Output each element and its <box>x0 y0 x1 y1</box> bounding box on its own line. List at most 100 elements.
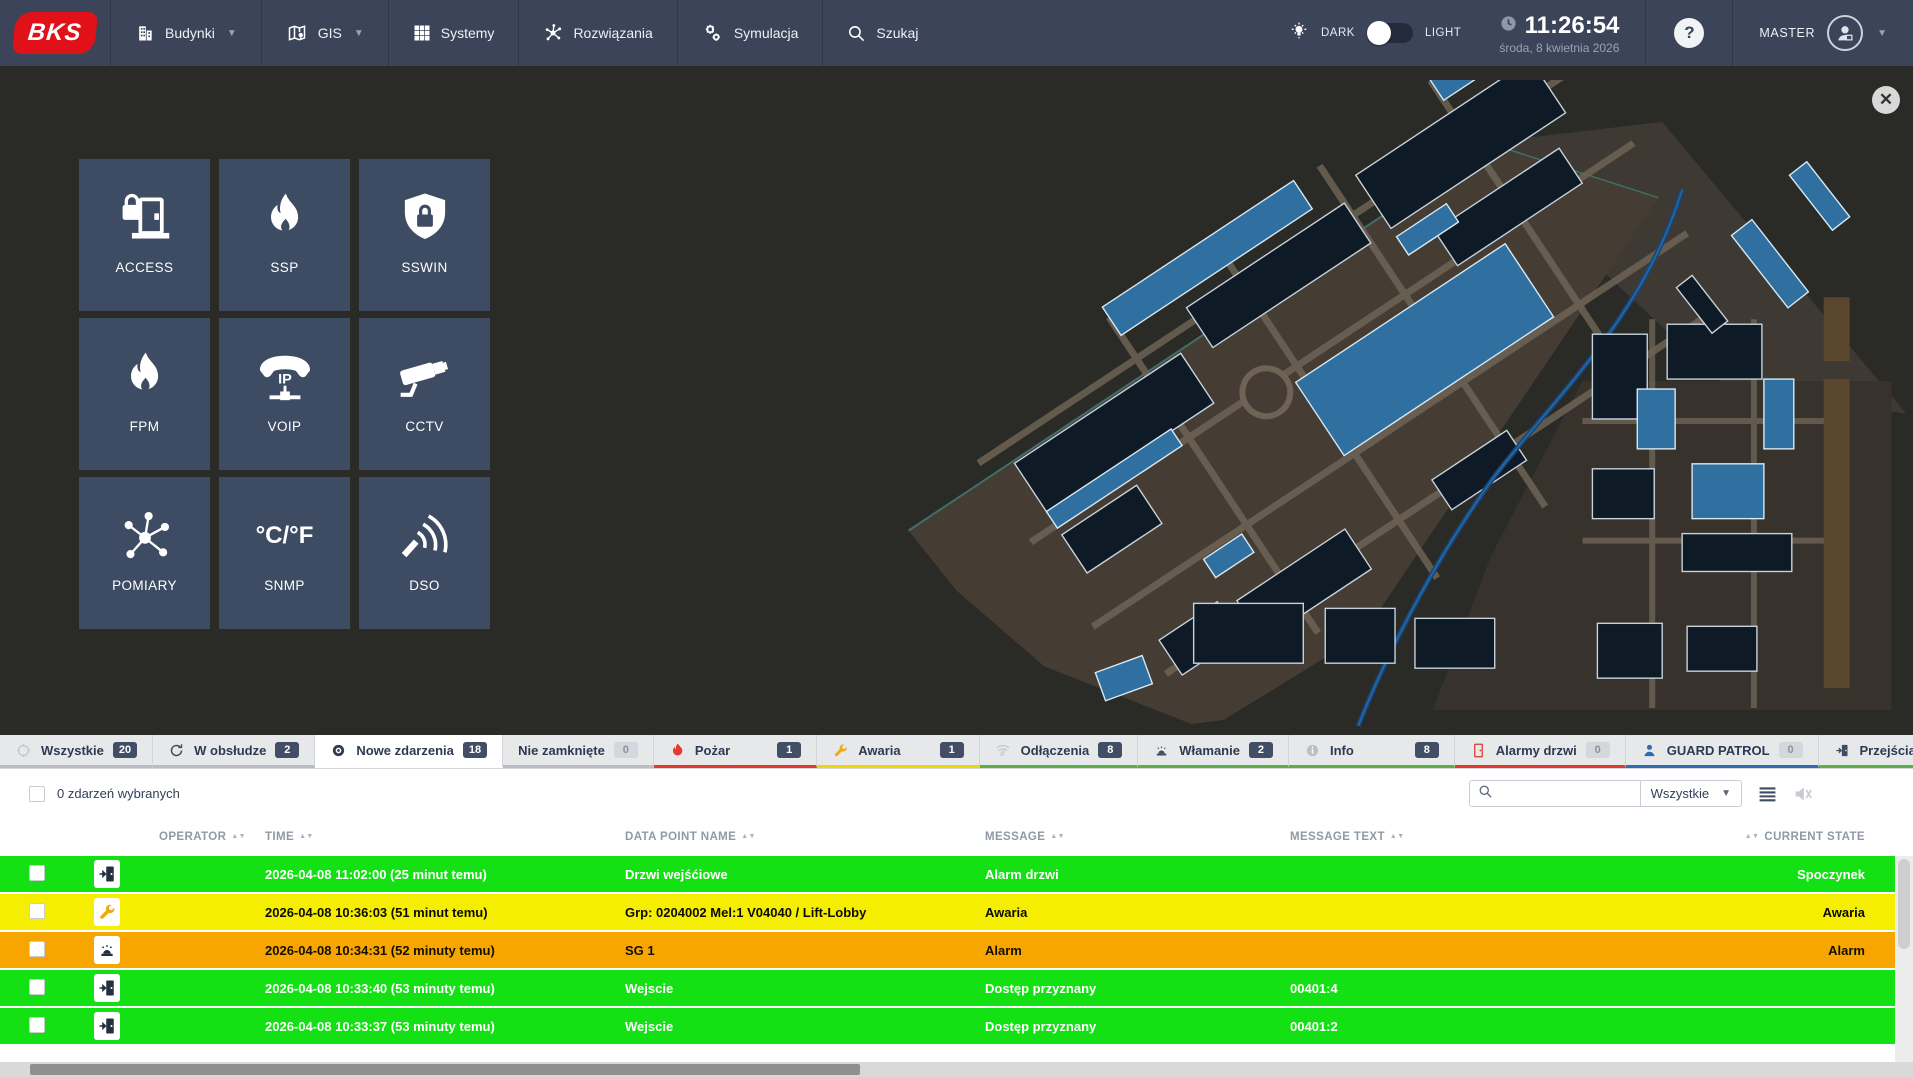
scrollbar-thumb[interactable] <box>30 1064 860 1075</box>
sort-icon[interactable]: ▲▼ <box>299 833 314 840</box>
nav-item-symulacja[interactable]: Symulacja <box>676 0 823 66</box>
system-tiles-grid: ACCESS SSP SSWIN FPM IP VOIP CCTV POMIAR… <box>79 159 490 629</box>
nav-item-label: Szukaj <box>876 25 919 41</box>
tab-w-obsludze[interactable]: W obsłudze 2 <box>153 735 316 768</box>
sort-icon[interactable]: ▲▼ <box>1745 833 1760 840</box>
row-checkbox[interactable] <box>29 864 45 881</box>
tab-label: Info <box>1329 742 1354 758</box>
cell-message: Dostęp przyznany <box>985 980 1097 996</box>
row-checkbox[interactable] <box>29 902 45 919</box>
help-wrap: ? <box>1645 0 1734 66</box>
tile-label: SNMP <box>264 577 305 593</box>
tab-nie-zamkniete[interactable]: Nie zamknięte 0 <box>503 735 654 768</box>
row-checkbox[interactable] <box>29 940 45 957</box>
table-row[interactable]: 2026-04-08 11:02:00 (25 minut temu) Drzw… <box>0 856 1895 892</box>
cell-time: 2026-04-08 11:02:00 (25 minut temu) <box>265 866 487 882</box>
tile-voip[interactable]: IP VOIP <box>219 318 350 470</box>
tab-alarmy-drzwi[interactable]: Alarmy drzwi 0 <box>1454 735 1626 768</box>
cell-message: Alarm drzwi <box>985 866 1059 882</box>
tile-fpm[interactable]: FPM <box>79 318 210 470</box>
tile-ssp[interactable]: SSP <box>219 159 350 311</box>
col-header-message[interactable]: MESSAGE ▲▼ <box>975 831 1280 843</box>
nav-item-szukaj[interactable]: Szukaj <box>822 0 942 66</box>
tab-nowe-zdarzenia[interactable]: Nowe zdarzenia 18 <box>315 735 504 768</box>
campus-site-map[interactable] <box>893 80 1913 728</box>
tile-access[interactable]: ACCESS <box>79 159 210 311</box>
tile-snmp[interactable]: °C/°F SNMP <box>219 477 350 629</box>
lightbulb-icon <box>1289 20 1309 47</box>
cell-data-point: Wejscie <box>625 1018 674 1034</box>
tab-label: Wszystkie <box>41 742 104 758</box>
col-header-operator[interactable]: OPERATOR ▲▼ <box>150 831 255 843</box>
horizontal-scrollbar[interactable] <box>0 1062 1913 1077</box>
network-icon <box>116 508 174 564</box>
search-box <box>1470 781 1640 806</box>
grid-icon <box>413 24 431 42</box>
col-header-time[interactable]: TIME ▲▼ <box>255 831 615 843</box>
cell-time: 2026-04-08 10:34:31 (52 minuty temu) <box>265 942 495 958</box>
vertical-scrollbar[interactable] <box>1895 856 1913 1077</box>
theme-toggle[interactable] <box>1366 21 1413 45</box>
close-icon[interactable]: ✕ <box>1872 86 1900 114</box>
building-icon <box>135 23 155 43</box>
col-header-current-state[interactable]: ▲▼ CURRENT STATE <box>1680 831 1895 843</box>
list-view-icon[interactable] <box>1758 786 1777 802</box>
tab-label: GUARD PATROL <box>1666 742 1770 758</box>
tab-info[interactable]: Info 8 <box>1288 735 1455 768</box>
table-row[interactable]: 2026-04-08 10:36:03 (51 minut temu) Grp:… <box>0 894 1895 930</box>
tab-pozar[interactable]: Pożar 1 <box>653 735 818 768</box>
logo-wrap[interactable]: BKS <box>0 0 110 66</box>
scrollbar-thumb[interactable] <box>1898 859 1910 949</box>
event-filter-select[interactable]: Wszystkie ▼ <box>1639 781 1741 806</box>
sort-icon[interactable]: ▲▼ <box>741 833 756 840</box>
door-lock-icon <box>115 190 175 246</box>
sort-icon[interactable]: ▲▼ <box>231 833 246 840</box>
tab-label: W obsłudze <box>194 742 267 758</box>
table-row[interactable]: 2026-04-08 10:33:40 (53 minuty temu) Wej… <box>0 970 1895 1006</box>
tab-odlaczenia[interactable]: Odłączenia 8 <box>979 735 1139 768</box>
map-icon <box>286 23 308 43</box>
shield-lock-icon <box>397 190 453 246</box>
tile-dso[interactable]: DSO <box>359 477 490 629</box>
door-access-icon <box>94 860 120 888</box>
col-header-data-point[interactable]: DATA POINT NAME ▲▼ <box>615 831 975 843</box>
tile-pomiary[interactable]: POMIARY <box>79 477 210 629</box>
tab-count-badge: 1 <box>939 742 964 758</box>
tab-przejscia-kd[interactable]: Przejścia KD 8 <box>1818 735 1913 768</box>
tile-sswin[interactable]: SSWIN <box>359 159 490 311</box>
nav-item-rozwiazania[interactable]: Rozwiązania <box>518 0 676 66</box>
table-row[interactable]: 2026-04-08 10:34:31 (52 minuty temu) SG … <box>0 932 1895 968</box>
dark-mode-label: DARK <box>1321 27 1355 39</box>
clock-time: 11:26:54 <box>1524 11 1620 39</box>
user-menu[interactable]: MASTER ▼ <box>1733 15 1913 51</box>
tile-label: FPM <box>129 418 160 434</box>
nav-item-label: Symulacja <box>733 25 799 41</box>
tab-count-badge: 20 <box>112 742 138 758</box>
nav-item-gis[interactable]: GIS ▼ <box>260 0 388 66</box>
event-search-input[interactable] <box>1498 786 1619 801</box>
cell-time: 2026-04-08 10:36:03 (51 minut temu) <box>265 904 488 920</box>
col-header-message-text[interactable]: MESSAGE TEXT ▲▼ <box>1280 831 1680 843</box>
tab-count-badge: 2 <box>275 742 300 758</box>
nav-item-budynki[interactable]: Budynki ▼ <box>110 0 261 66</box>
tab-awaria[interactable]: Awaria 1 <box>817 735 980 768</box>
sort-icon[interactable]: ▲▼ <box>1050 833 1065 840</box>
clock-date: środa, 8 kwietnia 2026 <box>1499 40 1620 55</box>
sort-icon[interactable]: ▲▼ <box>1390 833 1405 840</box>
top-nav: BKS Budynki ▼ GIS ▼ Systemy Rozwiązania … <box>0 0 1913 66</box>
tab-wszystkie[interactable]: Wszystkie 20 <box>0 735 154 768</box>
row-checkbox[interactable] <box>29 1016 45 1033</box>
table-row[interactable]: 2026-04-08 10:33:37 (53 minuty temu) Wej… <box>0 1008 1895 1044</box>
events-toolbar: 0 zdarzeń wybranych Wszystkie ▼ <box>0 769 1913 818</box>
systems-overview-panel: ACCESS SSP SSWIN FPM IP VOIP CCTV POMIAR… <box>0 66 1913 735</box>
sound-muted-icon[interactable] <box>1793 785 1813 803</box>
tab-wlamanie[interactable]: Włamanie 2 <box>1138 735 1289 768</box>
tab-count-badge: 2 <box>1248 742 1273 758</box>
tile-cctv[interactable]: CCTV <box>359 318 490 470</box>
help-button[interactable]: ? <box>1674 18 1705 48</box>
nav-item-systemy[interactable]: Systemy <box>387 0 519 66</box>
select-all-checkbox[interactable] <box>29 785 45 802</box>
row-checkbox[interactable] <box>29 978 45 995</box>
tab-guard-patrol[interactable]: GUARD PATROL 0 <box>1625 735 1819 768</box>
chevron-down-icon: ▼ <box>353 27 364 39</box>
